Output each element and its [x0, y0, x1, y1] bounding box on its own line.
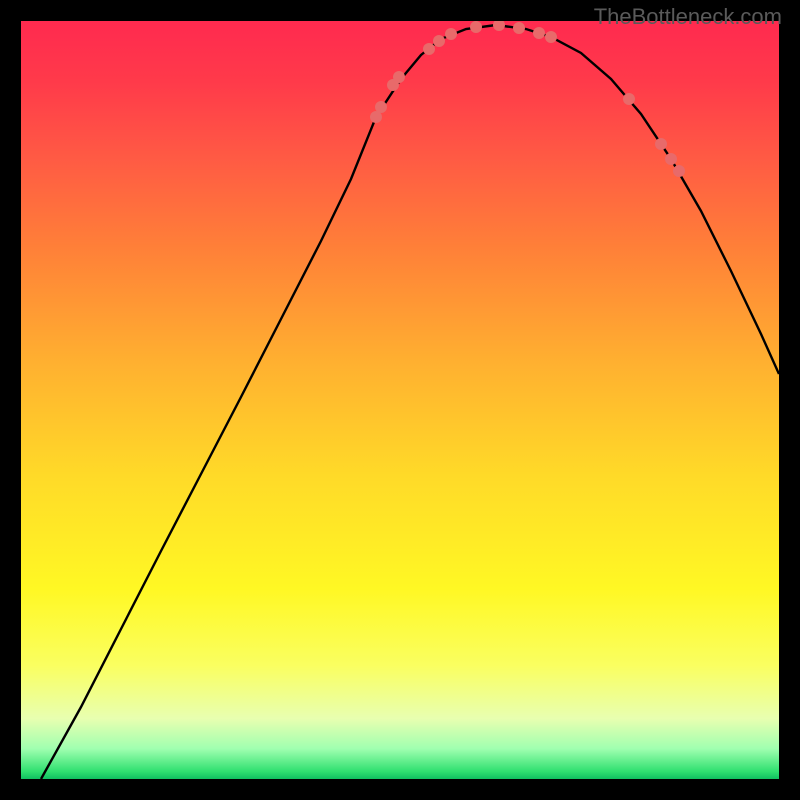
data-marker [375, 101, 387, 113]
data-marker [665, 153, 677, 165]
data-marker [673, 165, 685, 177]
data-marker [655, 138, 667, 150]
data-marker [393, 71, 405, 83]
data-marker [513, 22, 525, 34]
data-marker [493, 21, 505, 31]
data-marker [423, 43, 435, 55]
data-marker [470, 21, 482, 33]
plot-area [21, 21, 779, 779]
data-marker [623, 93, 635, 105]
watermark-text: TheBottleneck.com [594, 4, 782, 30]
data-marker [533, 27, 545, 39]
chart-svg [21, 21, 779, 779]
markers-group [370, 21, 685, 177]
data-marker [433, 35, 445, 47]
data-marker [545, 31, 557, 43]
bottleneck-curve [41, 25, 779, 779]
data-marker [445, 28, 457, 40]
